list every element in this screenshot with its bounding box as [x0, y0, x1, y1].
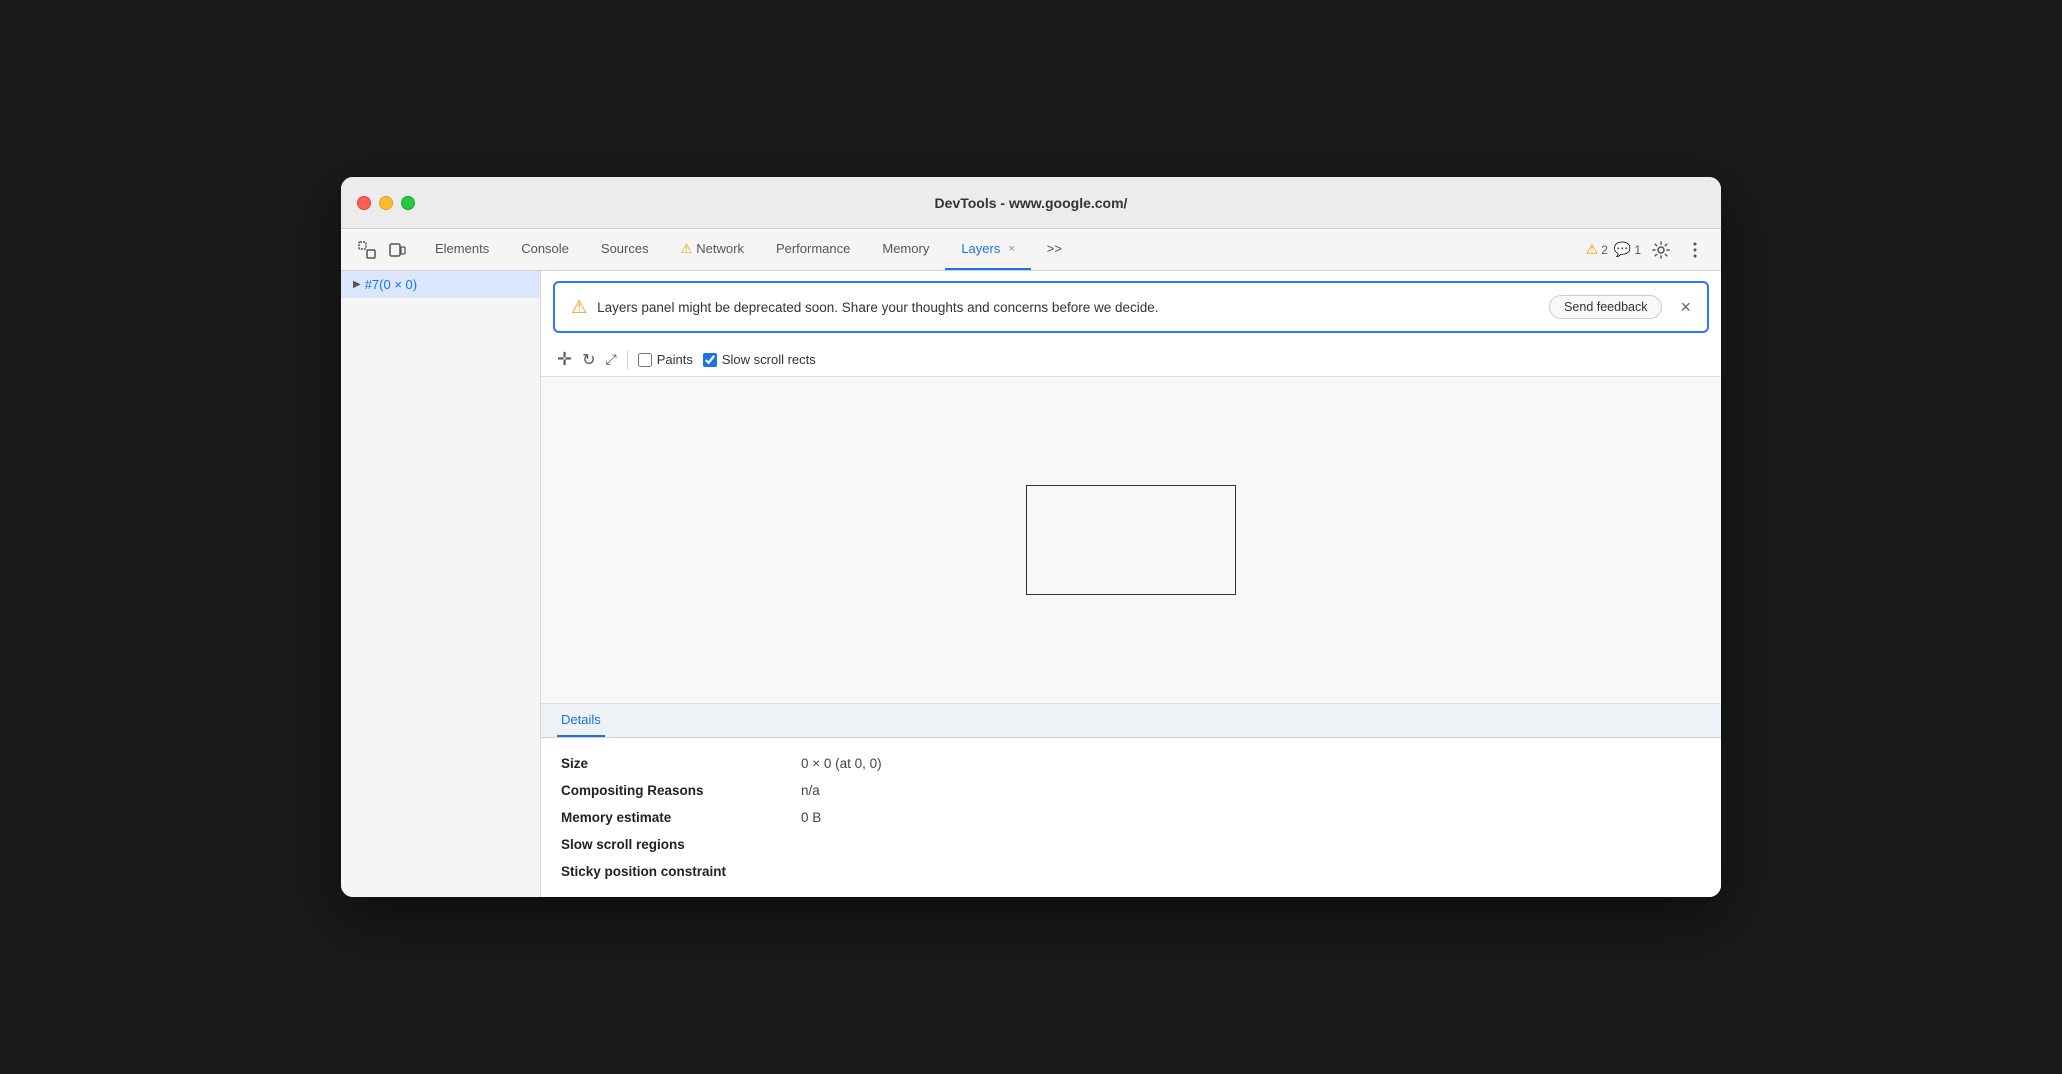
select-element-icon[interactable] — [353, 236, 381, 264]
tabs-list: Elements Console Sources Network Perform… — [419, 229, 1578, 270]
maximize-button[interactable] — [401, 196, 415, 210]
paints-checkbox-label[interactable]: Paints — [638, 352, 693, 367]
tab-sources[interactable]: Sources — [585, 229, 665, 270]
close-banner-button[interactable]: × — [1680, 297, 1691, 318]
tab-layers[interactable]: Layers × — [945, 229, 1030, 270]
table-row: Size 0 × 0 (at 0, 0) — [561, 750, 1701, 777]
close-button[interactable] — [357, 196, 371, 210]
details-tab[interactable]: Details — [557, 704, 605, 737]
slow-scroll-checkbox-label[interactable]: Slow scroll rects — [703, 352, 816, 367]
settings-icon[interactable] — [1647, 236, 1675, 264]
compositing-label: Compositing Reasons — [561, 783, 801, 798]
tab-network[interactable]: Network — [665, 229, 760, 270]
close-layers-tab[interactable]: × — [1008, 243, 1014, 255]
layers-sidebar: ▶ #7(0 × 0) — [341, 271, 541, 897]
paints-checkbox[interactable] — [638, 353, 652, 367]
tab-memory[interactable]: Memory — [866, 229, 945, 270]
tab-performance[interactable]: Performance — [760, 229, 866, 270]
sidebar-item-layer[interactable]: ▶ #7(0 × 0) — [341, 271, 540, 298]
message-icon: 💬 — [1614, 241, 1631, 258]
table-row: Slow scroll regions — [561, 831, 1701, 858]
warning-icon: ⚠ — [1586, 241, 1599, 258]
memory-value: 0 B — [801, 810, 821, 825]
layers-viewport — [541, 377, 1721, 704]
memory-label: Memory estimate — [561, 810, 801, 825]
deprecation-warning-banner: ⚠ Layers panel might be deprecated soon.… — [553, 281, 1709, 333]
warning-message: Layers panel might be deprecated soon. S… — [597, 300, 1539, 315]
pan-icon[interactable]: ✛ — [557, 349, 572, 370]
tab-elements[interactable]: Elements — [419, 229, 505, 270]
more-options-icon[interactable] — [1681, 236, 1709, 264]
minimize-button[interactable] — [379, 196, 393, 210]
table-row: Sticky position constraint — [561, 858, 1701, 885]
tab-more[interactable]: >> — [1031, 229, 1078, 270]
compositing-value: n/a — [801, 783, 820, 798]
tab-bar: Elements Console Sources Network Perform… — [341, 229, 1721, 271]
window-title: DevTools - www.google.com/ — [935, 195, 1128, 211]
details-table: Size 0 × 0 (at 0, 0) Compositing Reasons… — [541, 738, 1721, 897]
tab-bar-right: ⚠ 2 💬 1 — [1578, 229, 1717, 270]
toolbar-divider — [627, 350, 628, 370]
size-label: Size — [561, 756, 801, 771]
details-tab-bar: Details — [541, 704, 1721, 738]
tab-bar-icons — [345, 229, 419, 270]
send-feedback-button[interactable]: Send feedback — [1549, 295, 1662, 319]
expand-arrow: ▶ — [353, 279, 361, 290]
warnings-badge[interactable]: ⚠ 2 — [1586, 241, 1608, 258]
layer-visualization — [1026, 485, 1236, 595]
title-bar: DevTools - www.google.com/ — [341, 177, 1721, 229]
devtools-body: ▶ #7(0 × 0) ⚠ Layers panel might be depr… — [341, 271, 1721, 897]
layers-main-panel: ⚠ Layers panel might be deprecated soon.… — [541, 271, 1721, 897]
triangle-warning-icon: ⚠ — [571, 297, 587, 318]
slow-scroll-checkbox[interactable] — [703, 353, 717, 367]
details-section: Details Size 0 × 0 (at 0, 0) Compositing… — [541, 704, 1721, 897]
rotate-icon[interactable]: ↻ — [582, 350, 595, 370]
slow-scroll-regions-label: Slow scroll regions — [561, 837, 801, 852]
tab-console[interactable]: Console — [505, 229, 585, 270]
sticky-position-label: Sticky position constraint — [561, 864, 801, 879]
layers-toolbar: ✛ ↻ ⤢ Paints Slow scroll rects — [541, 343, 1721, 377]
devtools-window: DevTools - www.google.com/ Elements — [341, 177, 1721, 897]
reset-view-icon[interactable]: ⤢ — [606, 351, 617, 368]
size-value: 0 × 0 (at 0, 0) — [801, 756, 882, 771]
device-toolbar-icon[interactable] — [383, 236, 411, 264]
table-row: Compositing Reasons n/a — [561, 777, 1701, 804]
traffic-lights — [357, 196, 415, 210]
table-row: Memory estimate 0 B — [561, 804, 1701, 831]
messages-badge[interactable]: 💬 1 — [1614, 241, 1641, 258]
